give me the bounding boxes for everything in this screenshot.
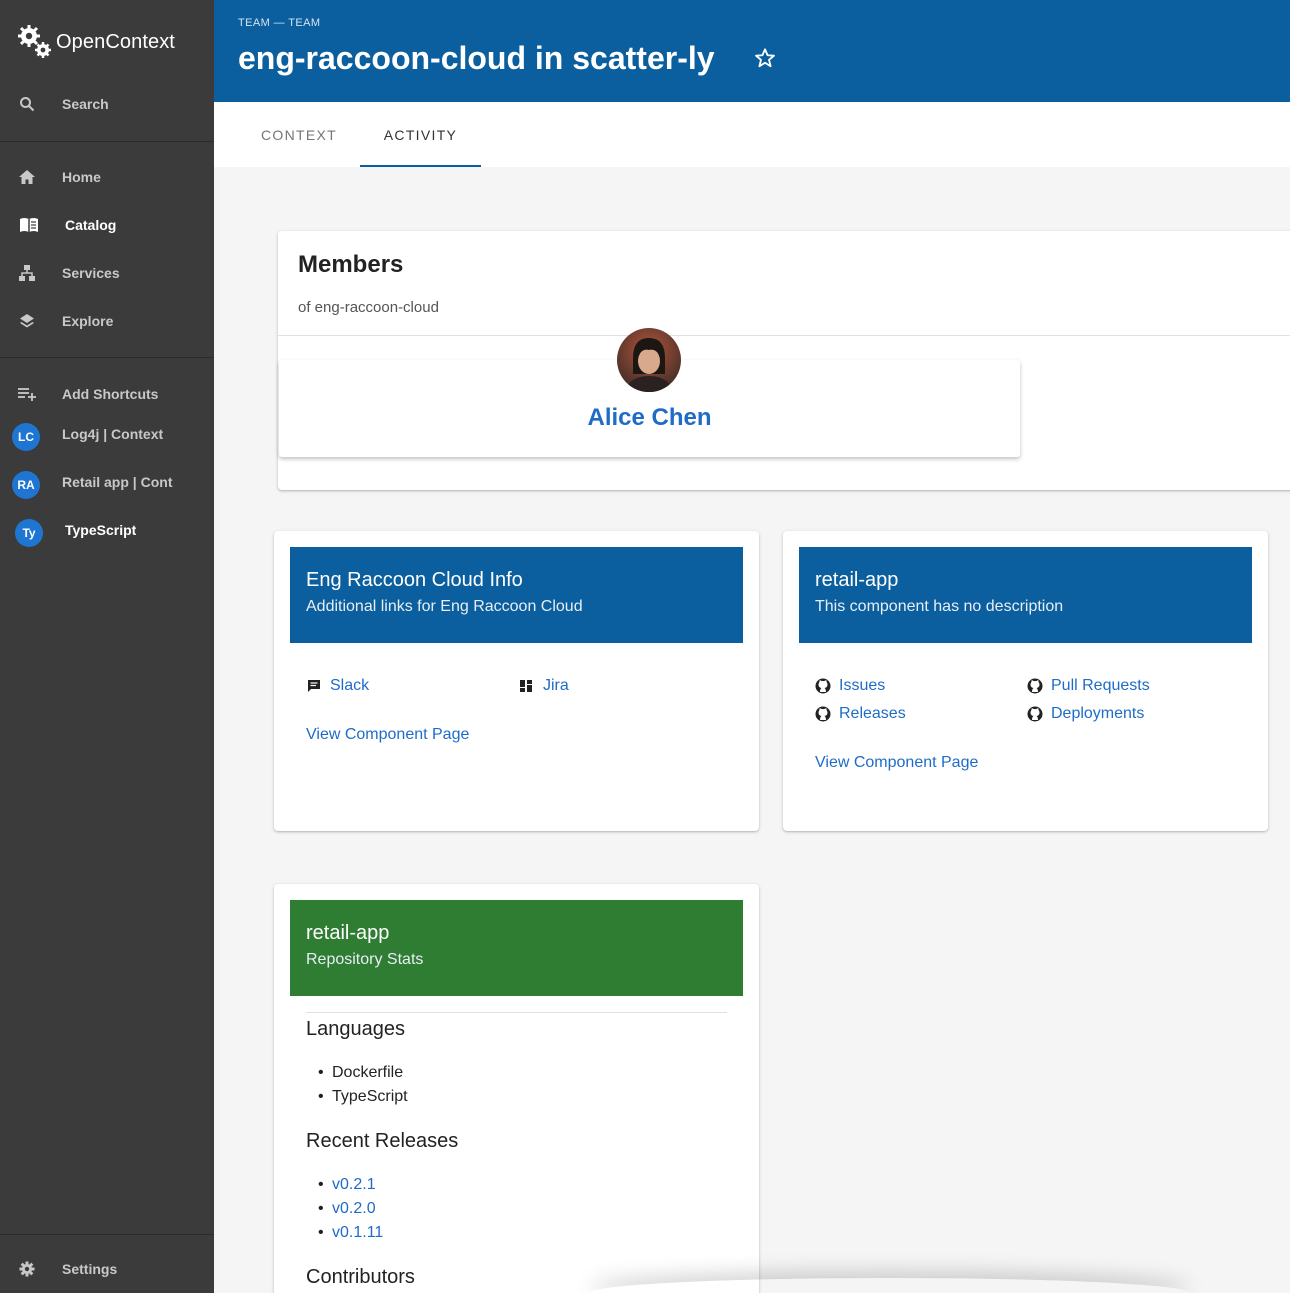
members-card: Members of eng-raccoon-cloud Alice Chen bbox=[278, 231, 1290, 490]
team-info-card: Eng Raccoon Cloud Info Additional links … bbox=[274, 531, 759, 831]
chat-icon bbox=[306, 678, 322, 694]
shortcut-avatar: LC bbox=[12, 423, 40, 451]
shortcut-avatar: RA bbox=[12, 471, 40, 499]
release-link[interactable]: v0.1.11 bbox=[318, 1224, 383, 1242]
divider bbox=[278, 335, 1290, 336]
member-avatar[interactable] bbox=[617, 328, 681, 392]
languages-heading: Languages bbox=[306, 1018, 405, 1040]
github-icon bbox=[1027, 678, 1043, 694]
sidebar: OpenContext Search Home Catalog Services… bbox=[0, 0, 214, 1293]
sidebar-divider bbox=[0, 141, 214, 142]
link-label: Pull Requests bbox=[1051, 677, 1150, 694]
link-label: Releases bbox=[839, 705, 906, 722]
card-subtitle: This component has no description bbox=[815, 598, 1064, 615]
sidebar-item-label: Services bbox=[62, 265, 120, 281]
view-component-page-link[interactable]: View Component Page bbox=[815, 754, 978, 772]
members-title: Members bbox=[298, 251, 404, 278]
shortcut-label: Retail app | Context bbox=[62, 474, 173, 490]
sidebar-item-label: Home bbox=[62, 169, 101, 185]
dashboard-icon bbox=[518, 678, 534, 694]
issues-link[interactable]: Issues bbox=[815, 677, 885, 695]
card-title: retail-app bbox=[815, 569, 899, 591]
pull-requests-link[interactable]: Pull Requests bbox=[1027, 677, 1150, 695]
active-tab-indicator bbox=[360, 165, 481, 167]
shortcut-label: TypeScript bbox=[65, 522, 137, 538]
breadcrumb: TEAM — TEAM bbox=[238, 17, 321, 29]
sidebar-item-catalog[interactable]: Catalog bbox=[0, 205, 214, 245]
favorite-star-icon[interactable] bbox=[754, 47, 776, 69]
page-header: TEAM — TEAM eng-raccoon-cloud in scatter… bbox=[214, 0, 1290, 102]
sidebar-item-label: Catalog bbox=[65, 217, 117, 233]
release-link[interactable]: v0.2.1 bbox=[318, 1176, 375, 1194]
releases-link[interactable]: Releases bbox=[815, 705, 906, 723]
link-label: Jira bbox=[543, 677, 569, 694]
book-icon bbox=[19, 215, 39, 235]
view-component-page-link[interactable]: View Component Page bbox=[306, 726, 469, 744]
card-header: retail-app This component has no descrip… bbox=[799, 547, 1252, 643]
sidebar-item-label: Explore bbox=[62, 313, 114, 329]
tab-context[interactable]: CONTEXT bbox=[238, 102, 360, 167]
github-icon bbox=[1027, 706, 1043, 722]
sidebar-item-home[interactable]: Home bbox=[0, 157, 214, 197]
page-title: eng-raccoon-cloud in scatter-ly bbox=[238, 40, 715, 76]
divider bbox=[306, 1012, 727, 1013]
sidebar-item-label: Settings bbox=[62, 1261, 118, 1277]
recent-releases-heading: Recent Releases bbox=[306, 1130, 459, 1152]
contributors-heading: Contributors bbox=[306, 1266, 415, 1288]
add-shortcuts-button[interactable]: Add Shortcuts bbox=[0, 374, 214, 414]
link-label: Slack bbox=[330, 677, 370, 694]
gear-icon bbox=[17, 1259, 37, 1279]
sidebar-search-label: Search bbox=[62, 96, 109, 112]
release-link[interactable]: v0.2.0 bbox=[318, 1200, 375, 1218]
component-links-card: retail-app This component has no descrip… bbox=[783, 531, 1268, 831]
tab-label: CONTEXT bbox=[261, 126, 337, 143]
tab-label: ACTIVITY bbox=[383, 126, 458, 143]
tab-activity[interactable]: ACTIVITY bbox=[360, 102, 481, 167]
deployments-link[interactable]: Deployments bbox=[1027, 705, 1144, 723]
card-subtitle: Repository Stats bbox=[306, 951, 424, 968]
sitemap-icon bbox=[17, 263, 37, 283]
shortcut-retail-app[interactable]: RA Retail app | Context bbox=[0, 462, 214, 502]
sidebar-divider bbox=[0, 1234, 214, 1235]
link-label: Deployments bbox=[1051, 705, 1145, 722]
language-item: TypeScript bbox=[318, 1088, 408, 1106]
shortcut-label: Log4j | Context bbox=[62, 426, 164, 442]
layers-icon bbox=[17, 311, 37, 331]
shortcut-log4j[interactable]: LC Log4j | Context bbox=[0, 414, 214, 454]
github-icon bbox=[815, 706, 831, 722]
home-icon bbox=[17, 167, 37, 187]
sidebar-item-explore[interactable]: Explore bbox=[0, 301, 214, 341]
card-header: retail-app Repository Stats bbox=[290, 900, 743, 996]
card-header: Eng Raccoon Cloud Info Additional links … bbox=[290, 547, 743, 643]
search-icon bbox=[17, 94, 37, 114]
playlist-add-icon bbox=[17, 384, 37, 404]
repository-stats-card: retail-app Repository Stats Languages Do… bbox=[274, 884, 759, 1293]
tab-bar: CONTEXT ACTIVITY bbox=[214, 102, 1290, 167]
card-title: Eng Raccoon Cloud Info bbox=[306, 569, 523, 591]
sidebar-search[interactable]: Search bbox=[0, 84, 214, 124]
language-item: Dockerfile bbox=[318, 1064, 403, 1082]
logo-text: OpenContext bbox=[56, 30, 175, 53]
jira-link[interactable]: Jira bbox=[518, 677, 569, 695]
card-subtitle: Additional links for Eng Raccoon Cloud bbox=[306, 598, 583, 615]
members-subtitle: of eng-raccoon-cloud bbox=[298, 299, 439, 316]
card-title: retail-app bbox=[306, 922, 390, 944]
slack-link[interactable]: Slack bbox=[306, 677, 369, 695]
github-icon bbox=[815, 678, 831, 694]
member-name-link[interactable]: Alice Chen bbox=[279, 404, 1020, 432]
sidebar-item-settings[interactable]: Settings bbox=[0, 1249, 214, 1289]
sidebar-item-services[interactable]: Services bbox=[0, 253, 214, 293]
shortcut-typescript[interactable]: Ty TypeScript bbox=[0, 510, 214, 550]
gears-logo-icon bbox=[18, 25, 51, 58]
app-logo[interactable]: OpenContext bbox=[18, 24, 175, 60]
add-shortcuts-label: Add Shortcuts bbox=[62, 386, 159, 402]
sidebar-divider bbox=[0, 357, 214, 358]
link-label: Issues bbox=[839, 677, 886, 694]
shortcut-avatar: Ty bbox=[15, 519, 43, 547]
